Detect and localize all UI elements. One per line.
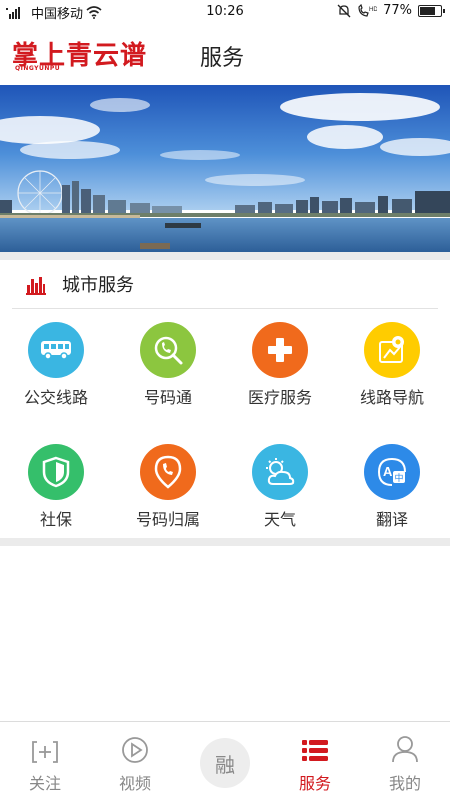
service-weather[interactable]: 天气 [224, 440, 336, 540]
app-screen: 中国移动 10:26 HD 77% 掌上青云谱 QINGYUNPU 服务 城市服… [0, 0, 450, 800]
city-skyline-image [0, 85, 450, 252]
section-header: 城市服务 [0, 260, 450, 308]
shield-icon [42, 456, 70, 488]
tab-service[interactable]: 服务 [270, 722, 360, 800]
service-icon-circle [140, 322, 196, 378]
service-icon-circle [364, 322, 420, 378]
service-icon-circle [28, 444, 84, 500]
service-icon-circle [252, 444, 308, 500]
svg-text:A: A [383, 464, 393, 479]
app-logo[interactable]: 掌上青云谱 QINGYUNPU [12, 35, 152, 75]
tab-label: 视频 [118, 774, 151, 793]
tab-fusion[interactable]: 融 [180, 722, 270, 800]
service-translate[interactable]: A 中 翻译 [336, 440, 448, 540]
service-bus-route[interactable]: 公交线路 [0, 318, 112, 418]
phone-location-icon [154, 455, 182, 489]
service-label: 社保 [39, 510, 72, 529]
svg-text:HD: HD [369, 7, 377, 13]
grid-divider [0, 538, 450, 546]
translate-icon: A 中 [377, 458, 406, 486]
service-label: 天气 [263, 510, 296, 529]
silent-bell-icon [337, 4, 351, 17]
service-number-lookup[interactable]: 号码通 [112, 318, 224, 418]
weather-icon [266, 458, 295, 485]
service-icon-circle [252, 322, 308, 378]
battery-fill [420, 6, 435, 15]
phone-search-icon [154, 336, 183, 365]
app-header: 掌上青云谱 QINGYUNPU 服务 [0, 24, 450, 84]
add-follow-icon [32, 741, 58, 763]
banner-image[interactable] [0, 85, 450, 252]
status-bar: 中国移动 10:26 HD 77% [0, 0, 450, 24]
service-icon-circle [140, 444, 196, 500]
tab-label: 关注 [28, 774, 61, 793]
tab-video[interactable]: 视频 [90, 722, 180, 800]
fusion-icon: 融 [200, 738, 250, 788]
tab-label: 我的 [388, 774, 421, 793]
city-buildings-icon [26, 277, 46, 295]
fusion-label: 融 [215, 752, 235, 777]
play-icon [122, 737, 148, 763]
service-social-security[interactable]: 社保 [0, 440, 112, 540]
service-label: 号码通 [143, 388, 192, 407]
service-label: 翻译 [375, 510, 408, 529]
service-medical[interactable]: 医疗服务 [224, 318, 336, 418]
section-underline [12, 308, 438, 309]
status-right: HD 77% [337, 3, 445, 18]
service-label: 医疗服务 [247, 388, 312, 407]
battery-percent: 77% [383, 3, 412, 18]
map-navigation-icon [379, 336, 404, 363]
user-icon [392, 736, 418, 763]
service-number-location[interactable]: 号码归属 [112, 440, 224, 540]
logo-subtext: QINGYUNPU [15, 65, 61, 72]
hd-call-icon: HD [358, 3, 377, 17]
list-icon [302, 740, 328, 761]
section-title: 城市服务 [62, 275, 134, 296]
service-route-navigation[interactable]: 线路导航 [336, 318, 448, 418]
medical-cross-icon [268, 338, 292, 362]
service-icon-circle [28, 322, 84, 378]
battery-icon [418, 4, 445, 17]
service-label: 公交线路 [23, 388, 88, 407]
page-title: 服务 [200, 46, 245, 71]
svg-text:中: 中 [395, 472, 404, 484]
section-divider [0, 252, 450, 260]
tab-mine[interactable]: 我的 [360, 722, 450, 800]
service-label: 线路导航 [359, 388, 424, 407]
tab-label: 服务 [298, 774, 331, 793]
service-icon-circle: A 中 [364, 444, 420, 500]
tab-follow[interactable]: 关注 [0, 722, 90, 800]
bottom-tab-bar: 关注 视频 融 服务 我的 [0, 721, 450, 800]
bus-icon [41, 341, 71, 360]
service-label: 号码归属 [135, 510, 200, 529]
